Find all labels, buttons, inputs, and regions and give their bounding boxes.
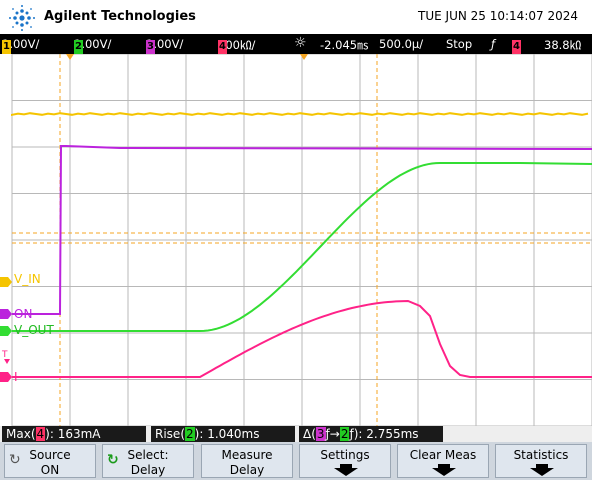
softkey-bar: ↻ Source ON ↻ Select: Delay Measure Dela…: [0, 442, 592, 480]
down-arrow-icon: [432, 464, 456, 476]
channel-4-label: I: [14, 370, 18, 384]
falling-edge-icon: ƒ: [491, 37, 496, 51]
source-softkey-value: ON: [40, 463, 60, 477]
settings-softkey-title: Settings: [320, 448, 370, 462]
measure-delay-softkey-value: Delay: [229, 463, 265, 477]
channel-3-scale[interactable]: 3 1.00V/: [146, 37, 183, 54]
channel-3-badge: 3: [146, 40, 155, 54]
settings-softkey[interactable]: Settings: [299, 444, 391, 478]
channel-2-label: V_OUT: [14, 323, 54, 337]
trigger-level[interactable]: 38.8㏀: [544, 37, 581, 53]
measurement-max[interactable]: Max(4): 163mA: [2, 426, 146, 442]
measurement-rise[interactable]: Rise(2): 1.040ms: [151, 426, 295, 442]
measurement-delta-name: Δ: [303, 427, 312, 441]
select-softkey-value: Delay: [130, 463, 166, 477]
statistics-softkey-title: Statistics: [513, 448, 569, 462]
channel-4-scale[interactable]: 4 100㏀/: [218, 37, 255, 54]
channel-2-scale[interactable]: 2 1.00V/: [74, 37, 111, 54]
measurement-bar: Max(4): 163mA Rise(2): 1.040ms Δ(3ƒ→2ƒ):…: [0, 426, 592, 442]
channel-1-label: V_IN: [14, 272, 41, 286]
measurement-rise-channel: 2: [185, 427, 195, 441]
sun-brightness-icon: ☼: [294, 35, 307, 51]
channel-4-badge: 4: [218, 40, 227, 54]
measurement-delta[interactable]: Δ(3ƒ→2ƒ): 2.755ms: [299, 426, 443, 442]
clear-meas-softkey-title: Clear Meas: [409, 448, 477, 462]
measurement-delta-from-channel: 3: [315, 427, 326, 441]
select-softkey[interactable]: ↻ Select: Delay: [102, 444, 194, 478]
channel-2-badge: 2: [74, 40, 83, 54]
rising-edge-icon: ƒ: [325, 427, 330, 441]
measure-delay-softkey[interactable]: Measure Delay: [201, 444, 293, 478]
source-softkey-title: Source: [29, 448, 71, 462]
horizontal-delay[interactable]: -2.045㎳: [320, 37, 369, 53]
measurement-rise-value: 1.040ms: [207, 427, 260, 441]
trigger-level-marker: T: [2, 350, 8, 360]
measurement-max-channel: 4: [35, 427, 46, 441]
run-state[interactable]: Stop: [446, 37, 472, 51]
clear-meas-softkey[interactable]: Clear Meas: [397, 444, 489, 478]
timebase-scale[interactable]: 500.0µ/: [379, 37, 423, 51]
measurement-max-value: 163mA: [57, 427, 101, 441]
trigger-channel-badge: 4: [512, 40, 521, 54]
measurement-delta-value: 2.755ms: [366, 427, 419, 441]
down-arrow-icon: [530, 464, 554, 476]
measurement-max-name: Max: [6, 427, 31, 441]
measure-delay-softkey-title: Measure: [221, 448, 273, 462]
channel-3-label: ON: [14, 307, 33, 321]
brand-name: Agilent Technologies: [44, 9, 196, 24]
agilent-spark-icon: [9, 5, 35, 31]
select-softkey-title: Select:: [127, 448, 169, 462]
channel-1-scale[interactable]: 1 1.00V/: [2, 37, 39, 54]
measurement-rise-name: Rise: [155, 427, 181, 441]
date-time: TUE JUN 25 10:14:07 2024: [418, 9, 578, 23]
header-bar: Agilent Technologies TUE JUN 25 10:14:07…: [0, 0, 592, 34]
channel-1-badge: 1: [2, 40, 11, 54]
down-arrow-icon: [334, 464, 358, 476]
source-softkey[interactable]: ↻ Source ON: [4, 444, 96, 478]
waveform-display[interactable]: [0, 54, 592, 426]
rising-edge-icon: ƒ: [349, 427, 354, 441]
status-bar: 1 1.00V/ 2 1.00V/ 3 1.00V/ 4 100㏀/ ☼ -2.045㎳…: [0, 34, 592, 54]
statistics-softkey[interactable]: Statistics: [495, 444, 587, 478]
